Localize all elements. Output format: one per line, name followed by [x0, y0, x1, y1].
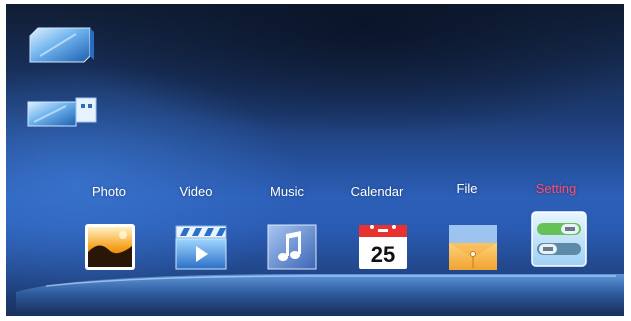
video-icon[interactable]	[174, 222, 228, 272]
setting-icon[interactable]	[529, 209, 589, 269]
photo-frame-screen: Photo Video Music Calendar File Setting	[6, 4, 624, 316]
menu-label-setting: Setting	[535, 181, 577, 196]
menu-label-calendar: Calendar	[350, 184, 404, 199]
menu-label-video: Video	[179, 184, 213, 199]
menu-shelf	[16, 274, 624, 312]
photo-icon[interactable]	[83, 222, 137, 272]
sd-card-icon[interactable]	[26, 26, 96, 66]
calendar-icon[interactable]: 25	[356, 222, 410, 272]
music-icon[interactable]	[265, 222, 319, 272]
file-icon[interactable]	[446, 222, 500, 272]
usb-drive-icon[interactable]	[26, 96, 100, 130]
calendar-date: 25	[371, 242, 395, 267]
menu-label-music: Music	[270, 184, 304, 199]
menu-label-file: File	[456, 181, 478, 196]
menu-label-photo: Photo	[92, 184, 126, 199]
